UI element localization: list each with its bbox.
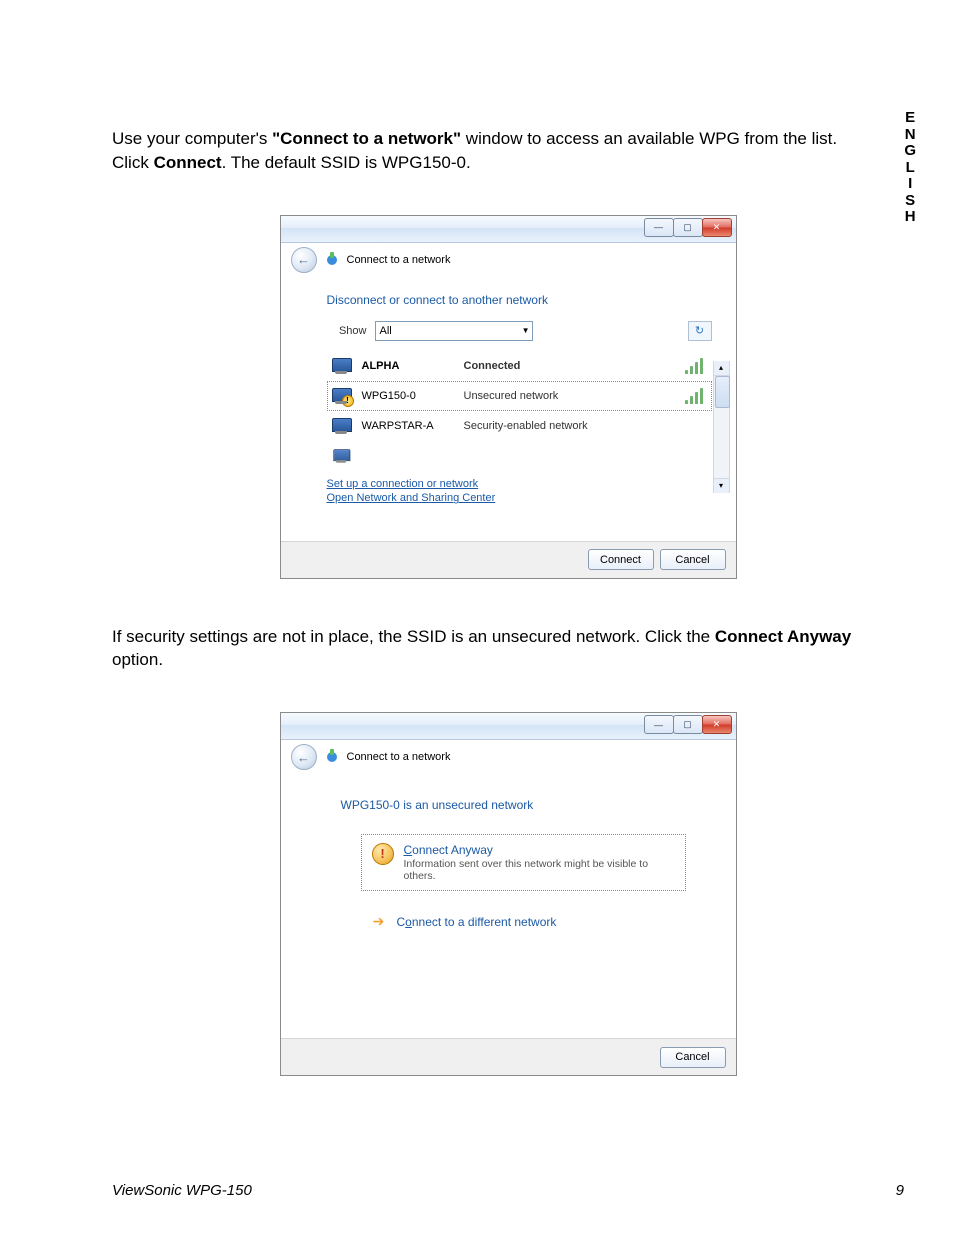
arrow-right-icon: ➔ [371,913,387,930]
warning-badge-icon: ! [342,395,354,407]
signal-icon [685,388,707,404]
window-title: Connect to a network [347,751,451,763]
cancel-button[interactable]: Cancel [660,1047,726,1068]
page-number: 9 [896,1182,904,1199]
connect-button[interactable]: Connect [588,549,654,570]
network-icon [325,750,339,764]
chevron-down-icon: ▼ [522,326,530,335]
back-button[interactable]: ← [291,744,317,770]
language-indicator: ENGLISH [904,110,916,226]
maximize-button[interactable]: ▢ [673,218,703,237]
network-item-partial[interactable] [327,441,712,471]
window-titlebar: — ▢ ✕ [281,216,736,243]
setup-connection-link[interactable]: Set up a connection or network [327,477,712,492]
unsecured-headline: WPG150-0 is an unsecured network [341,798,706,812]
computer-icon [333,449,348,463]
network-list: ALPHA Connected ! WPG150-0 Unsecured net… [327,351,712,471]
connect-different-option[interactable]: ➔ Connect to a different network [371,913,706,930]
network-item-warpstar[interactable]: WARPSTAR-A Security-enabled network [327,411,712,441]
window-titlebar: — ▢ ✕ [281,713,736,740]
network-item-alpha[interactable]: ALPHA Connected [327,351,712,381]
network-icon [325,253,339,267]
open-sharing-center-link[interactable]: Open Network and Sharing Center [327,491,712,506]
refresh-button[interactable]: ↻ [688,321,712,341]
connect-to-network-window: — ▢ ✕ ← Connect to a network Disconnect … [280,215,737,579]
back-button[interactable]: ← [291,247,317,273]
show-label: Show [327,325,367,337]
signal-icon [685,358,707,374]
cancel-button[interactable]: Cancel [660,549,726,570]
warning-shield-icon: ! [372,843,394,865]
minimize-button[interactable]: — [644,715,674,734]
maximize-button[interactable]: ▢ [673,715,703,734]
signal-icon [685,418,707,434]
connect-anyway-title: Connect Anyway [404,843,675,857]
instruction-paragraph-1: Use your computer's "Connect to a networ… [112,127,872,175]
computer-icon [332,418,350,434]
minimize-button[interactable]: — [644,218,674,237]
signal-icon [685,448,707,464]
connect-anyway-option[interactable]: ! Connect Anyway Information sent over t… [361,834,686,891]
window-instruction: Disconnect or connect to another network [327,293,712,307]
scrollbar[interactable] [713,361,730,493]
instruction-paragraph-2: If security settings are not in place, t… [112,625,872,673]
product-name: ViewSonic WPG-150 [112,1182,252,1199]
close-button[interactable]: ✕ [702,715,732,734]
show-dropdown[interactable]: All ▼ [375,321,533,341]
close-button[interactable]: ✕ [702,218,732,237]
computer-icon: ! [332,388,350,404]
window-title: Connect to a network [347,254,451,266]
network-item-wpg150[interactable]: ! WPG150-0 Unsecured network [327,381,712,411]
computer-icon [332,358,350,374]
connect-anyway-subtitle: Information sent over this network might… [404,858,675,882]
unsecured-network-window: — ▢ ✕ ← Connect to a network WPG150-0 is… [280,712,737,1076]
